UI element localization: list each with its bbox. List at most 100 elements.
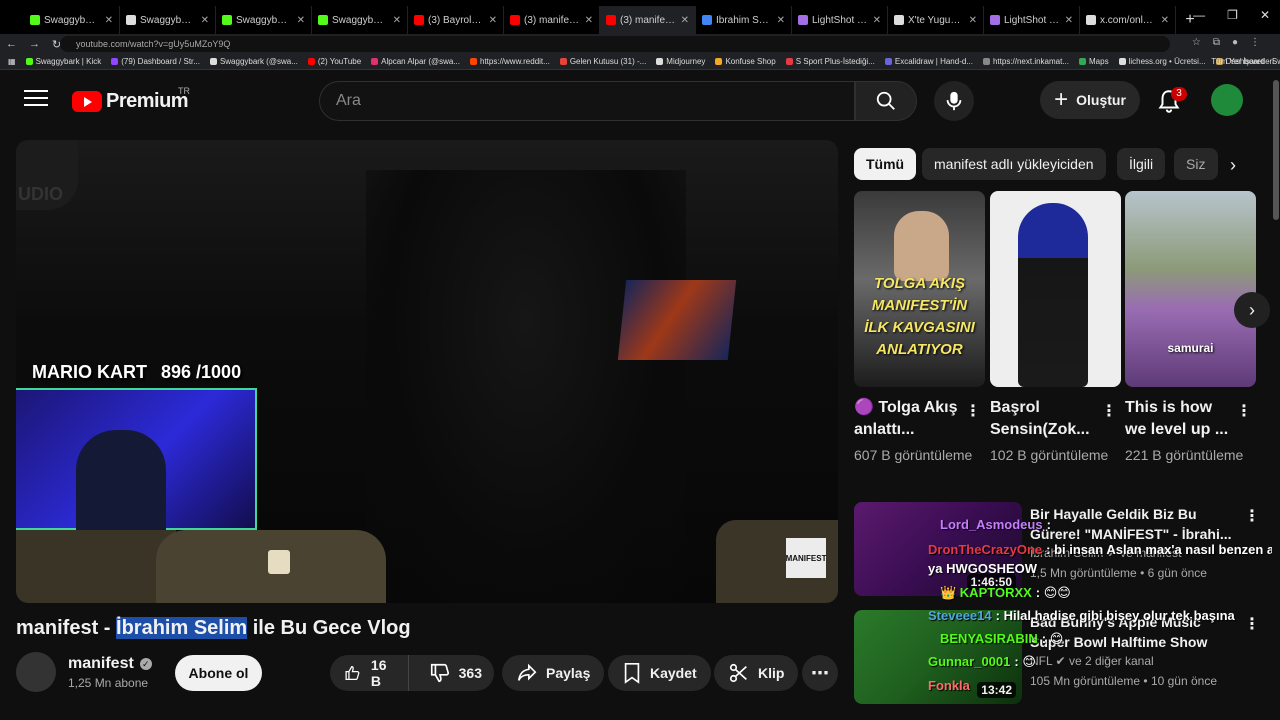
tab-close-icon[interactable]: ✕ [393, 15, 401, 26]
scrollbar-thumb[interactable] [1273, 80, 1279, 220]
minimize-icon[interactable]: — [1193, 8, 1205, 22]
bookmark-item[interactable]: https://www.reddit... [470, 57, 550, 66]
short-card[interactable]: samurai This is how we level up ... 221 … [1125, 191, 1256, 465]
bookmark-item[interactable]: S Sport Plus-İstediği... [785, 57, 875, 66]
browser-tab[interactable]: Swaggybark Stream - ✕ [216, 6, 312, 34]
channel-avatar[interactable] [16, 652, 56, 692]
youtube-premium-logo[interactable]: Premium [72, 90, 189, 113]
tab-close-icon[interactable]: ✕ [681, 15, 689, 26]
short-card[interactable]: TOLGA AKIŞ MANIFEST'İN İLK KAVGASINI ANL… [854, 191, 985, 465]
shorts-next-icon[interactable]: › [1234, 292, 1270, 328]
bookmark-item[interactable]: Konfuse Shop [715, 57, 776, 66]
browser-tab[interactable]: LightShot tarafından ✕ [984, 6, 1080, 34]
browser-menu-icon[interactable]: ⋮ [1250, 37, 1260, 48]
bookmark-item[interactable]: Swaggybark (@swa... [209, 57, 298, 66]
tab-close-icon[interactable]: ✕ [873, 15, 881, 26]
browser-tab[interactable]: (3) manifest - YouTub ✕ [504, 6, 600, 34]
back-icon[interactable]: ← [6, 38, 17, 50]
channel-name[interactable]: manifest ✓ [68, 655, 152, 673]
bookmark-item[interactable]: https://next.inkamat... [982, 57, 1069, 66]
search-button[interactable] [855, 81, 917, 121]
stream-score-overlay: MARIO KART 896 /1000 [32, 362, 241, 383]
short-thumbnail[interactable] [990, 191, 1121, 387]
tab-close-icon[interactable]: ✕ [201, 15, 209, 26]
account-avatar[interactable] [1211, 84, 1243, 116]
forward-icon[interactable]: → [29, 38, 40, 50]
kebab-menu-icon[interactable]: ⋮ [1244, 614, 1260, 634]
share-button[interactable]: Paylaş [502, 655, 605, 691]
browser-tab[interactable]: x.com/onlydramaX/st ✕ [1080, 6, 1176, 34]
bookmark-item[interactable]: lichess.org • Ücretsi... [1118, 57, 1206, 66]
bookmark-item[interactable]: Midjourney [656, 57, 705, 66]
chevron-right-icon[interactable]: › [1218, 150, 1248, 180]
tab-close-icon[interactable]: ✕ [489, 15, 497, 26]
video-player[interactable]: UDIO MARIO KART 896 /1000 MANIFEST [16, 140, 838, 603]
profile-icon[interactable]: ● [1232, 37, 1238, 48]
video-title[interactable]: Bir Hayalle Geldik Biz Bu Gürere! "MANİF… [1030, 504, 1244, 544]
short-title[interactable]: 🟣 Tolga Akış anlattı... [854, 397, 964, 441]
short-thumbnail[interactable]: samurai [1125, 191, 1256, 387]
browser-tab[interactable]: LightShot tarafından ✕ [792, 6, 888, 34]
browser-tab[interactable]: (3) manifest - İbrahim ✕ [600, 6, 696, 34]
browser-tab[interactable]: Swaggybark Stream - ✕ [24, 6, 120, 34]
chip-all[interactable]: Tümü [854, 148, 917, 180]
tab-close-icon[interactable]: ✕ [105, 15, 113, 26]
bookmark-item[interactable]: Excalidraw | Hand-d... [884, 57, 973, 66]
save-button[interactable]: Kaydet [608, 655, 711, 691]
voice-search-button[interactable] [934, 81, 974, 121]
bookmark-item[interactable]: (2) YouTube [307, 57, 361, 66]
bookmark-item[interactable]: (79) Dashboard / Str... [111, 57, 200, 66]
tab-favicon-icon [30, 15, 40, 25]
dislike-button[interactable]: 363 [417, 655, 494, 691]
kebab-menu-icon[interactable]: ⋮ [1101, 401, 1117, 421]
recommended-video[interactable]: 13:42 Bad Bunny's Apple Music Super Bowl… [854, 610, 1274, 704]
kebab-menu-icon[interactable]: ⋮ [965, 401, 981, 421]
tab-close-icon[interactable]: ✕ [297, 15, 305, 26]
browser-tab[interactable]: İbrahim Selim - Googl ✕ [696, 6, 792, 34]
browser-tab[interactable]: Swaggybark Stream - ✕ [312, 6, 408, 34]
bookmark-item[interactable]: Gelen Kutusu (31) -... [559, 57, 646, 66]
channel-watermark[interactable]: MANIFEST [786, 538, 826, 578]
short-card[interactable]: Başrol Sensin(Zok... 102 B görüntüleme ⋮ [990, 191, 1121, 465]
browser-tab[interactable]: X'te Yugusugul Arşiv ✕ [888, 6, 984, 34]
bookmark-star-icon[interactable]: ☆ [1192, 37, 1201, 48]
chip-related[interactable]: İlgili [1117, 148, 1166, 180]
create-button[interactable]: + Oluştur [1040, 81, 1140, 119]
bookmark-favicon-icon [656, 58, 664, 65]
kebab-menu-icon[interactable]: ⋮ [1236, 401, 1252, 421]
tab-close-icon[interactable]: ✕ [777, 15, 785, 26]
clip-button[interactable]: Klip [714, 655, 799, 691]
bookmark-item[interactable]: Alpcan Alpar (@swa... [371, 57, 460, 66]
more-actions-icon[interactable]: ⋯ [802, 655, 838, 691]
maximize-icon[interactable]: ❐ [1227, 8, 1238, 22]
tab-close-icon[interactable]: ✕ [585, 15, 593, 26]
like-button[interactable]: 16 B [330, 655, 409, 691]
bookmark-item[interactable]: Maps [1079, 57, 1109, 66]
chip-from-uploader[interactable]: manifest adlı yükleyiciden [922, 148, 1106, 180]
thumbs-down-icon [430, 663, 449, 683]
close-window-icon[interactable]: ✕ [1260, 8, 1270, 22]
bookmark-item[interactable]: Swaggybark | Kick [25, 57, 101, 66]
short-title[interactable]: This is how we level up ... [1125, 397, 1235, 441]
url-field[interactable]: youtube.com/watch?v=gUy5uMZoY9Q [60, 36, 1170, 52]
video-channel[interactable]: NFL ✔ ve 2 diğer kanal [1030, 654, 1154, 668]
short-overlay-text: TOLGA AKIŞ MANIFEST'İN İLK KAVGASINI ANL… [864, 275, 975, 358]
bookmark-label: Swaggybark (@swa... [219, 57, 298, 66]
tab-close-icon[interactable]: ✕ [1065, 15, 1073, 26]
search-input[interactable] [320, 82, 854, 120]
extensions-icon[interactable]: ⧉ [1213, 37, 1220, 48]
browser-tab[interactable]: Swaggybark (@swagg ✕ [120, 6, 216, 34]
short-thumbnail[interactable]: TOLGA AKIŞ MANIFEST'İN İLK KAVGASINI ANL… [854, 191, 985, 387]
tab-close-icon[interactable]: ✕ [969, 15, 977, 26]
short-title[interactable]: Başrol Sensin(Zok... [990, 397, 1100, 441]
tab-title: LightShot tarafından [1004, 14, 1061, 26]
chip-for-you[interactable]: Siz [1174, 148, 1218, 180]
apps-icon[interactable]: ▦ [8, 57, 16, 66]
all-bookmarks-link[interactable]: Tüm Yer İşaretleri [1211, 57, 1274, 66]
kebab-menu-icon[interactable]: ⋮ [1244, 506, 1260, 526]
hamburger-menu-icon[interactable] [24, 90, 48, 110]
duration-badge: 13:42 [977, 682, 1016, 698]
browser-tab[interactable]: (3) Bayrolde SueZey ✕ [408, 6, 504, 34]
tab-close-icon[interactable]: ✕ [1161, 15, 1169, 26]
subscribe-button[interactable]: Abone ol [175, 655, 262, 691]
